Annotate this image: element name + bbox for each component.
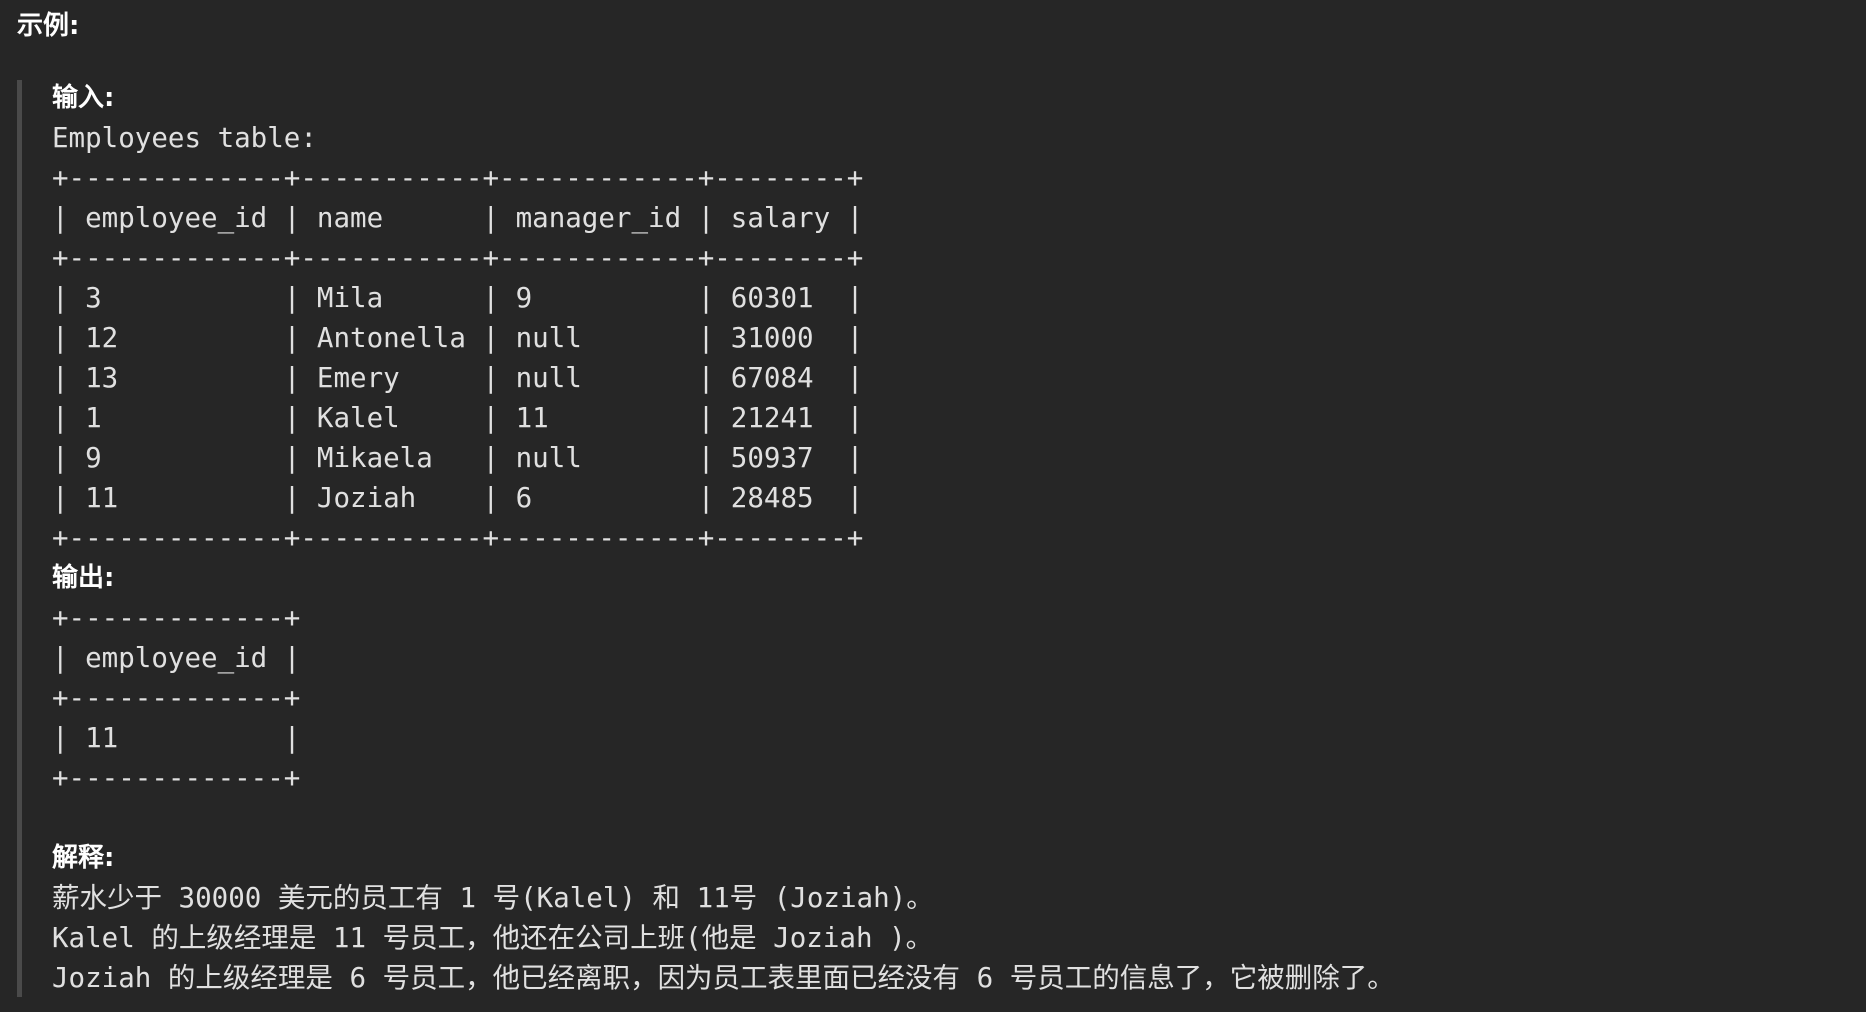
table-border: +-------------+: [52, 762, 301, 794]
example-heading: 示例:: [17, 11, 80, 41]
table-border: +-------------+: [52, 602, 301, 634]
explanation-line: 薪水少于 30000 美元的员工有 1 号(Kalel) 和 11号 (Jozi…: [52, 882, 934, 914]
table-border: +-------------+-----------+------------+…: [52, 162, 864, 194]
input-line: Employees table:: [52, 122, 317, 154]
table-row: | 12 | Antonella | null | 31000 |: [52, 322, 864, 354]
table-row: | 11 |: [52, 722, 301, 754]
table-row: | 3 | Mila | 9 | 60301 |: [52, 282, 864, 314]
table-border: +-------------+-----------+------------+…: [52, 242, 864, 274]
output-table: +-------------+ | employee_id | +-------…: [52, 598, 1842, 798]
explanation-text: 薪水少于 30000 美元的员工有 1 号(Kalel) 和 11号 (Jozi…: [52, 878, 1842, 998]
table-header-row: | employee_id | name | manager_id | sala…: [52, 202, 864, 234]
table-header-row: | employee_id |: [52, 642, 301, 674]
input-table: Employees table: +-------------+--------…: [52, 118, 1842, 558]
table-row: | 1 | Kalel | 11 | 21241 |: [52, 402, 864, 434]
table-border: +-------------+: [52, 682, 301, 714]
table-row: | 9 | Mikaela | null | 50937 |: [52, 442, 864, 474]
table-border: +-------------+-----------+------------+…: [52, 522, 864, 554]
explanation-label: 解释:: [52, 843, 115, 873]
output-label: 输出:: [52, 563, 115, 593]
table-row: | 11 | Joziah | 6 | 28485 |: [52, 482, 864, 514]
input-label: 输入:: [52, 83, 115, 113]
blockquote-bar: [17, 80, 22, 997]
explanation-line: Kalel 的上级经理是 11 号员工，他还在公司上班(他是 Joziah )。: [52, 922, 934, 954]
explanation-line: Joziah 的上级经理是 6 号员工，他已经离职，因为员工表里面已经没有 6 …: [52, 962, 1395, 994]
example-block: 输入: Employees table: +-------------+----…: [52, 78, 1842, 998]
table-row: | 13 | Emery | null | 67084 |: [52, 362, 864, 394]
